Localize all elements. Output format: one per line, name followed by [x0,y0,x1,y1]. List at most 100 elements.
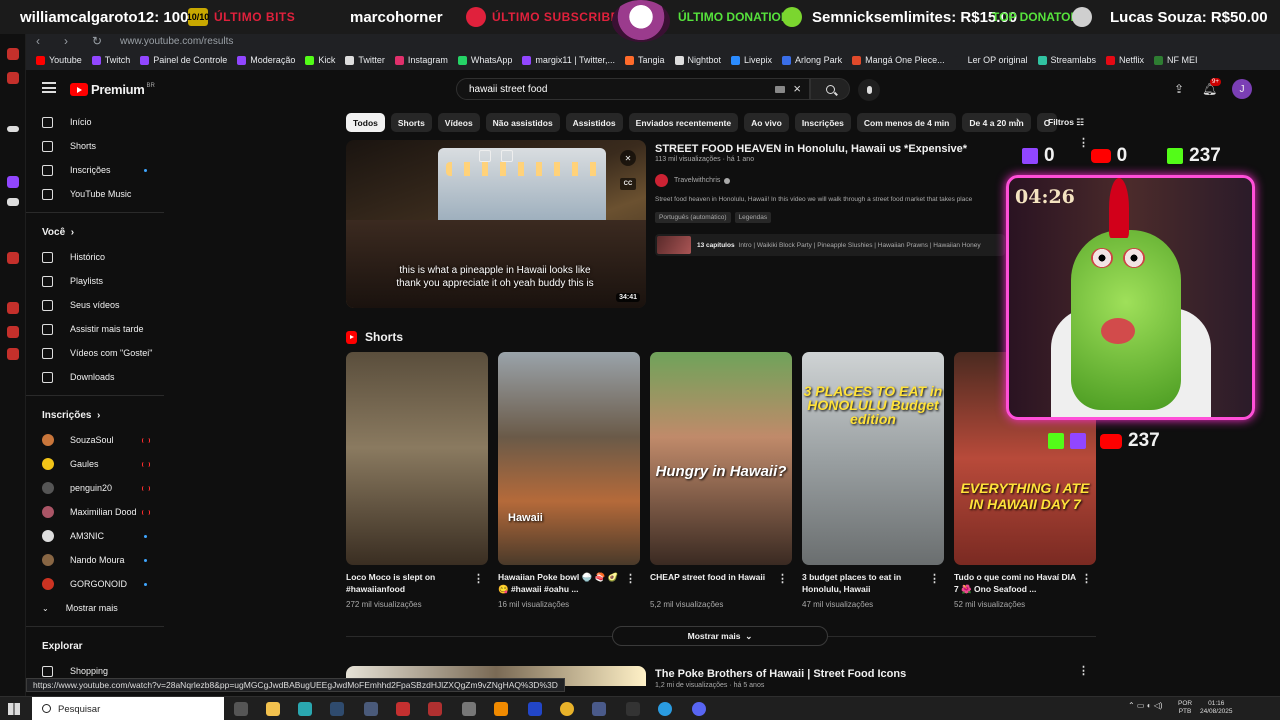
bookmark-item[interactable]: Nightbot [674,55,721,65]
taskbar-search[interactable]: Pesquisar [32,697,224,720]
bookmark-item[interactable]: Instagram [394,55,448,65]
show-more-shorts-button[interactable]: Mostrar mais ⌄ [612,626,828,646]
short-title[interactable]: 3 budget places to eat in Honolulu, Hawa… [802,571,927,595]
bookmark-item[interactable]: Livepix [731,55,772,65]
short-title[interactable]: Loco Moco is slept on #hawaiianfood [346,571,471,595]
app-icon[interactable] [7,252,19,264]
sidebar-you-item-0[interactable]: Histórico [26,245,164,269]
app-icon[interactable] [528,702,542,716]
subscription-item[interactable]: GORGONOID [26,572,164,596]
kick-icon[interactable] [7,126,19,132]
short-title[interactable]: CHEAP street food in Hawaii [650,571,775,583]
short-thumbnail[interactable]: Hawaii [498,352,640,565]
subscription-item[interactable]: AM3NIC [26,524,164,548]
video-title[interactable]: The Poke Brothers of Hawaii | Street Foo… [655,668,906,680]
short-title[interactable]: Tudo o que comi no Havaí DIA 7 🌺 Ono Sea… [954,571,1079,595]
sidebar-item-2[interactable]: Inscrições [26,158,164,182]
filter-chip[interactable]: Inscrições [794,113,851,132]
sidebar-item-0[interactable]: Início [26,110,164,134]
task-view-icon[interactable] [234,702,248,716]
language-indicator[interactable]: POR PTB [1178,700,1192,716]
bookmark-item[interactable]: Twitch [91,55,130,65]
channel-row[interactable]: Travelwithchris [655,174,731,187]
filter-chip[interactable]: Com menos de 4 min [856,113,957,132]
sidebar-item-3[interactable]: YouTube Music [26,182,164,206]
more-actions-icon[interactable]: ⋮ [777,572,788,585]
sidebar-you-item-2[interactable]: Seus vídeos [26,293,164,317]
bookmark-item[interactable]: Moderação [237,55,295,65]
app-icon[interactable] [626,702,640,716]
bookmark-item[interactable]: margix11 | Twitter,... [522,55,615,65]
video-title[interactable]: STREET FOOD HEAVEN in Honolulu, Hawaii ᴜ… [655,142,967,155]
bookmark-item[interactable]: NF MEI [1154,55,1198,65]
search-input[interactable] [469,83,739,95]
youtube-logo[interactable]: Premium BR [70,82,155,97]
file-explorer-icon[interactable] [266,702,280,716]
search-button[interactable] [810,78,850,100]
app-icon[interactable] [7,302,19,314]
show-more-subscriptions[interactable]: ⌄ Mostrar mais [26,596,164,620]
sidebar-item-1[interactable]: Shorts [26,134,164,158]
short-thumbnail[interactable]: 3 PLACES TO EAT in HONOLULU Budget editi… [802,352,944,565]
windows-start-icon[interactable] [8,703,20,715]
bookmark-item[interactable]: Tangia [624,55,665,65]
voice-search-button[interactable] [858,79,880,101]
short-thumbnail[interactable] [346,352,488,565]
x-icon[interactable] [7,198,19,206]
bookmark-item[interactable]: Painel de Controle [140,55,227,65]
forward-icon[interactable]: › [64,34,82,48]
bookmark-item[interactable]: Mangá One Piece... [852,55,945,65]
app-icon[interactable] [298,702,312,716]
subscription-item[interactable]: SouzaSoul [26,428,164,452]
more-actions-icon[interactable]: ⋮ [625,572,636,585]
more-actions-icon[interactable]: ⋮ [473,572,484,585]
filter-chip[interactable]: De 4 a 20 min [962,113,1031,132]
steam-icon[interactable] [330,702,344,716]
channel-name[interactable]: Travelwithchris [674,177,720,184]
video-thumbnail[interactable]: ✕ CC this is what a pineapple in Hawaii … [346,140,646,308]
url-field[interactable]: www.youtube.com/results [120,36,233,47]
short-thumbnail[interactable]: Hungry in Hawaii? [650,352,792,565]
bookmark-item[interactable]: Streamlabs [1037,55,1096,65]
system-tray-icons[interactable]: ⌃ ▭ ◐ ◁) [1128,701,1163,710]
bookmark-item[interactable]: Kick [305,55,335,65]
vlc-icon[interactable] [494,702,508,716]
watch-later-icon[interactable] [501,150,513,162]
clear-search-icon[interactable]: × [793,81,801,96]
menu-icon[interactable] [42,82,56,93]
bookmark-item[interactable]: Arlong Park [782,55,842,65]
filter-chip[interactable]: Não assistidos [485,113,560,132]
short-title[interactable]: Hawaiian Poke bowl 🍚 🍣 🥑 😋 #hawaii #oahu… [498,571,623,595]
bookmark-item[interactable]: Netflix [1106,55,1144,65]
subscription-item[interactable]: Nando Moura [26,548,164,572]
twitch-icon[interactable] [7,176,19,188]
create-icon[interactable]: ⇪ [1174,82,1184,96]
mute-icon[interactable]: ✕ [620,150,636,166]
app-icon[interactable] [592,702,606,716]
filter-chip[interactable]: Vídeos [437,113,480,132]
app-icon[interactable] [462,702,476,716]
reload-icon[interactable]: ↻ [92,34,110,48]
obs-icon[interactable] [396,702,410,716]
bookmark-item[interactable]: Ler OP original [954,55,1028,65]
sidebar-you-item-3[interactable]: Assistir mais tarde [26,317,164,341]
back-icon[interactable]: ‹ [36,34,54,48]
subscription-item[interactable]: Gaules [26,452,164,476]
bookmark-item[interactable]: Youtube [36,55,82,65]
add-to-queue-icon[interactable] [479,150,491,162]
clock[interactable]: 01:16 24/08/2025 [1200,700,1233,716]
filters-button[interactable]: Filtros ☷ [1048,117,1084,128]
keyboard-icon[interactable] [775,86,785,93]
bookmark-item[interactable]: WhatsApp [457,55,512,65]
more-actions-icon[interactable]: ⋮ [1078,664,1089,677]
filter-chip[interactable]: Assistidos [565,113,623,132]
filter-chip[interactable]: Todos [346,113,385,132]
chips-next-icon[interactable]: › [1016,115,1020,127]
app-icon[interactable] [7,326,19,338]
app-icon[interactable] [428,702,442,716]
avatar[interactable]: J [1232,79,1252,99]
channel-avatar[interactable] [655,174,668,187]
sidebar-you-item-4[interactable]: Vídeos com "Gostei" [26,341,164,365]
more-actions-icon[interactable]: ⋮ [1081,572,1092,585]
more-actions-icon[interactable]: ⋮ [929,572,940,585]
